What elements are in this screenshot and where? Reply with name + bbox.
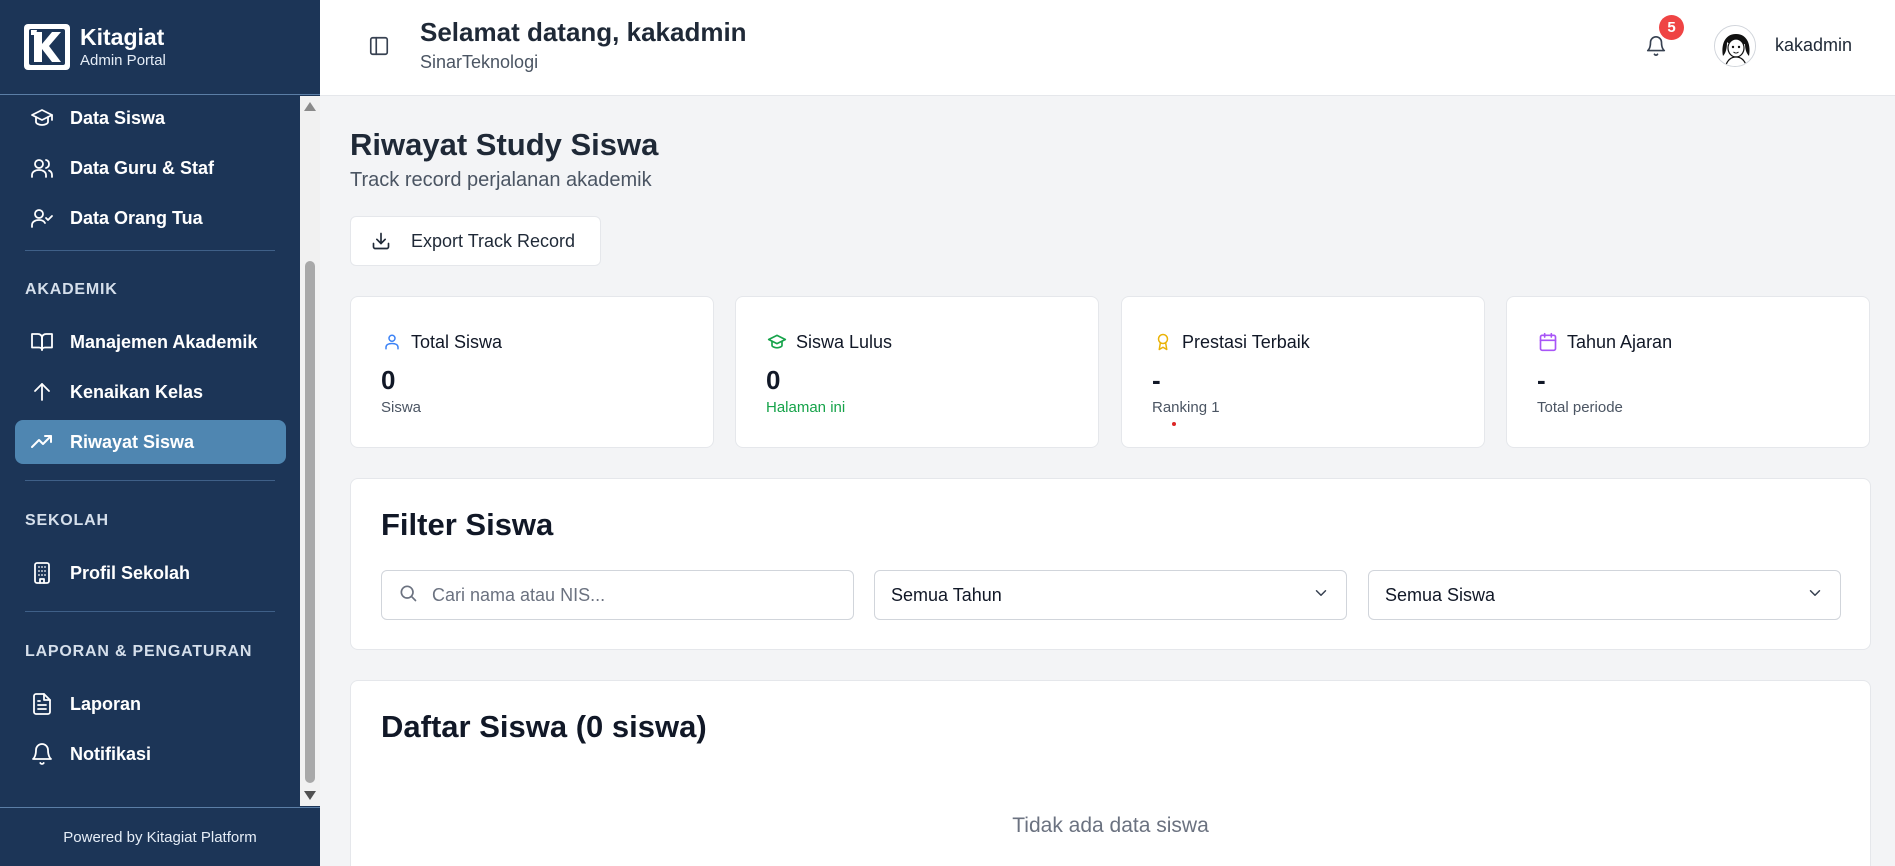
student-select-value: Semua Siswa	[1385, 584, 1496, 605]
brand-name: Kitagiat	[80, 24, 165, 50]
sidebar-item-label: Data Siswa	[70, 107, 166, 128]
stat-card-prestasi-terbaik: Prestasi Terbaik - Ranking 1	[1121, 296, 1485, 448]
graduation-cap-icon	[29, 105, 55, 131]
stat-note: Halaman ini	[766, 399, 846, 416]
kitagiat-logo-icon	[22, 22, 72, 72]
scroll-down-arrow-icon[interactable]	[304, 791, 316, 800]
sidebar-scrollbar[interactable]	[300, 96, 320, 806]
page-title: Riwayat Study Siswa	[350, 127, 659, 162]
student-list-panel: Daftar Siswa (0 siswa) Tidak ada data si…	[350, 680, 1871, 866]
stat-value: -	[1537, 365, 1546, 395]
file-text-icon	[29, 691, 55, 717]
school-name: SinarTeknologi	[420, 52, 539, 72]
trending-up-icon	[29, 429, 55, 455]
section-label-sekolah: SEKOLAH	[25, 512, 109, 529]
graduation-cap-icon	[766, 331, 788, 353]
stat-card-total-siswa: Total Siswa 0 Siswa	[350, 296, 714, 448]
stat-note: Ranking 1	[1152, 399, 1220, 416]
sidebar-item-label: Data Guru & Staf	[70, 157, 215, 178]
notification-badge: 5	[1659, 15, 1684, 40]
sidebar-item-label: Kenaikan Kelas	[70, 381, 204, 402]
student-select[interactable]: Semua Siswa	[1368, 570, 1841, 620]
user-icon	[381, 331, 403, 353]
bell-icon	[29, 741, 55, 767]
sidebar-item-label: Laporan	[70, 693, 142, 714]
stat-note: Total periode	[1537, 399, 1623, 416]
stat-title: Tahun Ajaran	[1567, 331, 1673, 352]
sidebar-item-label: Manajemen Akademik	[70, 331, 258, 352]
welcome-title: Selamat datang, kakadmin	[420, 17, 747, 47]
chevron-down-icon	[1806, 584, 1824, 607]
stat-value: -	[1152, 365, 1161, 395]
brand-subtitle: Admin Portal	[80, 52, 166, 69]
sidebar-item-notifikasi[interactable]: Notifikasi	[15, 732, 286, 776]
stat-card-tahun-ajaran: Tahun Ajaran - Total periode	[1506, 296, 1870, 448]
users-icon	[29, 155, 55, 181]
scroll-up-arrow-icon[interactable]	[304, 102, 316, 111]
search-input[interactable]	[432, 584, 832, 606]
sidebar-item-laporan[interactable]: Laporan	[15, 682, 286, 726]
download-icon	[371, 231, 391, 251]
sidebar-footer: Powered by Kitagiat Platform	[0, 807, 320, 866]
indicator-dot	[1172, 422, 1176, 426]
calendar-icon	[1537, 331, 1559, 353]
avatar[interactable]	[1714, 25, 1756, 67]
scroll-thumb[interactable]	[305, 261, 315, 783]
sidebar-item-profil-sekolah[interactable]: Profil Sekolah	[15, 551, 286, 595]
page-subtitle: Track record perjalanan akademik	[350, 169, 652, 191]
sidebar-item-data-guru-staf[interactable]: Data Guru & Staf	[15, 146, 286, 190]
stat-value: 0	[766, 365, 781, 395]
search-box[interactable]	[381, 570, 854, 620]
section-label-akademik: AKADEMIK	[25, 281, 118, 298]
book-open-icon	[29, 329, 55, 355]
sidebar-item-manajemen-akademik[interactable]: Manajemen Akademik	[15, 320, 286, 364]
sidebar-item-label: Riwayat Siswa	[70, 431, 195, 452]
sidebar-item-data-orang-tua[interactable]: Data Orang Tua	[15, 196, 286, 240]
stat-title: Total Siswa	[411, 331, 503, 352]
sidebar: Kitagiat Admin Portal Data Siswa Data Gu…	[0, 0, 320, 866]
stat-title: Siswa Lulus	[796, 331, 893, 352]
sidebar-item-riwayat-siswa[interactable]: Riwayat Siswa	[15, 420, 286, 464]
stat-title: Prestasi Terbaik	[1182, 331, 1310, 352]
divider	[25, 480, 275, 481]
arrow-up-icon	[29, 379, 55, 405]
export-track-record-button[interactable]: Export Track Record	[350, 216, 601, 266]
divider	[25, 250, 275, 251]
year-select[interactable]: Semua Tahun	[874, 570, 1347, 620]
sidebar-item-kenaikan-kelas[interactable]: Kenaikan Kelas	[15, 370, 286, 414]
student-list-title: Daftar Siswa (0 siswa)	[381, 709, 707, 744]
section-label-laporan-pengaturan: LAPORAN & PENGATURAN	[25, 643, 253, 660]
username[interactable]: kakadmin	[1775, 35, 1852, 56]
user-check-icon	[29, 205, 55, 231]
stat-note: Siswa	[381, 399, 422, 416]
stat-card-siswa-lulus: Siswa Lulus 0 Halaman ini	[735, 296, 1099, 448]
sidebar-item-label: Profil Sekolah	[70, 562, 191, 583]
sidebar-nav: Data Siswa Data Guru & Staf Data Orang T…	[0, 96, 300, 806]
panel-left-icon	[369, 36, 389, 56]
chevron-down-icon	[1312, 584, 1330, 607]
filter-title: Filter Siswa	[381, 507, 554, 542]
brand[interactable]: Kitagiat Admin Portal	[0, 0, 320, 95]
export-button-label: Export Track Record	[411, 230, 576, 251]
top-header: Selamat datang, kakadmin SinarTeknologi …	[320, 0, 1895, 96]
filter-panel: Filter Siswa Semua Tahun Semua Siswa	[350, 478, 1871, 650]
sidebar-item-label: Notifikasi	[70, 743, 152, 764]
empty-state-text: Tidak ada data siswa	[1012, 814, 1209, 837]
year-select-value: Semua Tahun	[891, 584, 1002, 605]
divider	[25, 611, 275, 612]
sidebar-item-data-siswa[interactable]: Data Siswa	[15, 96, 286, 140]
sidebar-toggle-button[interactable]	[365, 32, 393, 60]
sidebar-item-label: Data Orang Tua	[70, 207, 203, 228]
bell-icon	[1646, 36, 1666, 56]
award-icon	[1152, 331, 1174, 353]
search-icon	[398, 583, 418, 608]
stat-value: 0	[381, 365, 396, 395]
building-icon	[29, 560, 55, 586]
